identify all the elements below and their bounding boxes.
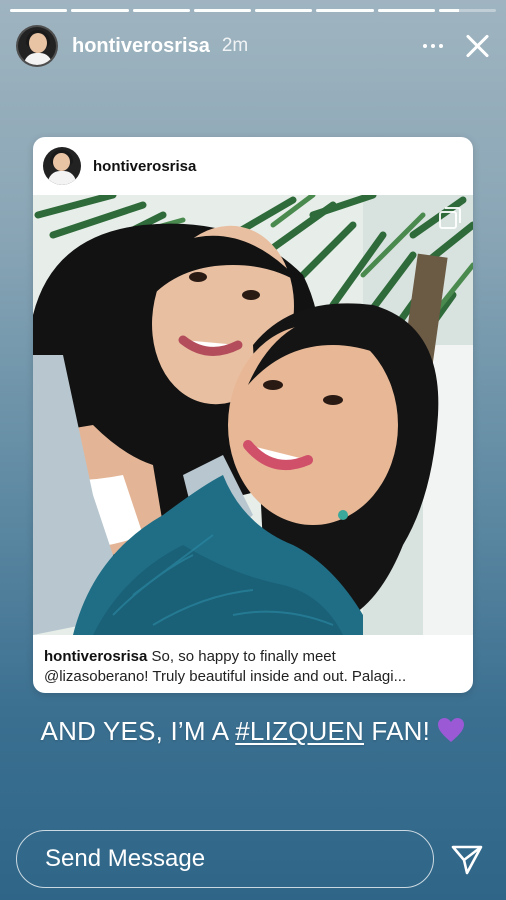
progress-segment [255, 9, 313, 12]
post-caption: hontiverosrisa So, so happy to finally m… [44, 647, 461, 687]
selfie-photo [33, 195, 473, 635]
multiple-photos-icon [439, 207, 461, 229]
progress-segment [316, 9, 374, 12]
reply-field[interactable] [16, 830, 434, 888]
story-text-overlay: AND YES, I’M A #LIZQUEN FAN! [0, 716, 506, 747]
shared-post-card[interactable]: hontiverosrisa hontiverosrisa So, so hap… [33, 137, 473, 693]
progress-segment [438, 9, 496, 12]
send-direct-icon[interactable] [450, 843, 484, 877]
story-text-after: FAN! [364, 716, 438, 746]
hashtag-link[interactable]: #LIZQUEN [235, 716, 364, 746]
post-avatar [43, 147, 81, 185]
progress-segment [377, 9, 435, 12]
purple-heart-icon [438, 718, 465, 742]
story-username[interactable]: hontiverosrisa [72, 35, 210, 58]
story-text-before: AND YES, I’M A [40, 716, 236, 746]
close-icon[interactable] [462, 31, 492, 61]
story-timestamp: 2m [221, 35, 249, 56]
progress-segment [193, 9, 251, 12]
caption-username: hontiverosrisa [44, 648, 148, 665]
post-photo [33, 195, 473, 635]
caption-text-line1: So, so happy to finally meet [147, 648, 336, 665]
caption-text-line2: @lizasoberano! Truly beautiful inside an… [44, 668, 407, 685]
progress-segment [10, 9, 68, 12]
send-message-input[interactable] [45, 845, 433, 873]
post-header: hontiverosrisa [33, 137, 473, 195]
progress-segment [132, 9, 190, 12]
progress-segment [71, 9, 129, 12]
avatar[interactable] [16, 25, 58, 67]
story-header: hontiverosrisa 2m [16, 24, 492, 68]
story-progress-bar [10, 9, 496, 12]
post-username: hontiverosrisa [93, 157, 197, 175]
more-options-icon[interactable] [418, 31, 448, 61]
